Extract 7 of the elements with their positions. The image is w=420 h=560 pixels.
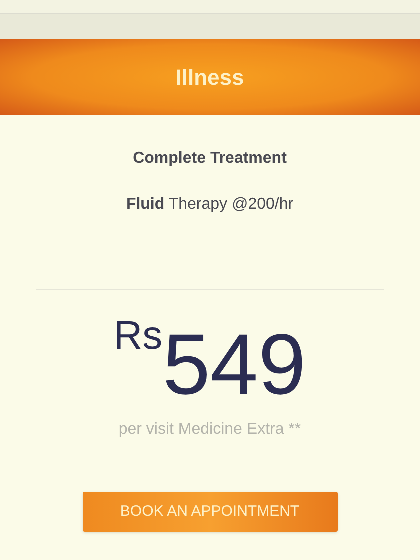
- plan-title: Illness: [176, 64, 244, 92]
- feature-text: Fluid Therapy @200/hr: [126, 195, 294, 215]
- feature-text: Complete Treatment: [133, 149, 287, 169]
- book-appointment-button[interactable]: BOOK AN APPOINTMENT: [82, 492, 338, 532]
- price-note: per visit Medicine Extra **: [118, 420, 302, 440]
- currency-symbol: Rs: [114, 316, 163, 356]
- price-amount: 549: [162, 322, 306, 408]
